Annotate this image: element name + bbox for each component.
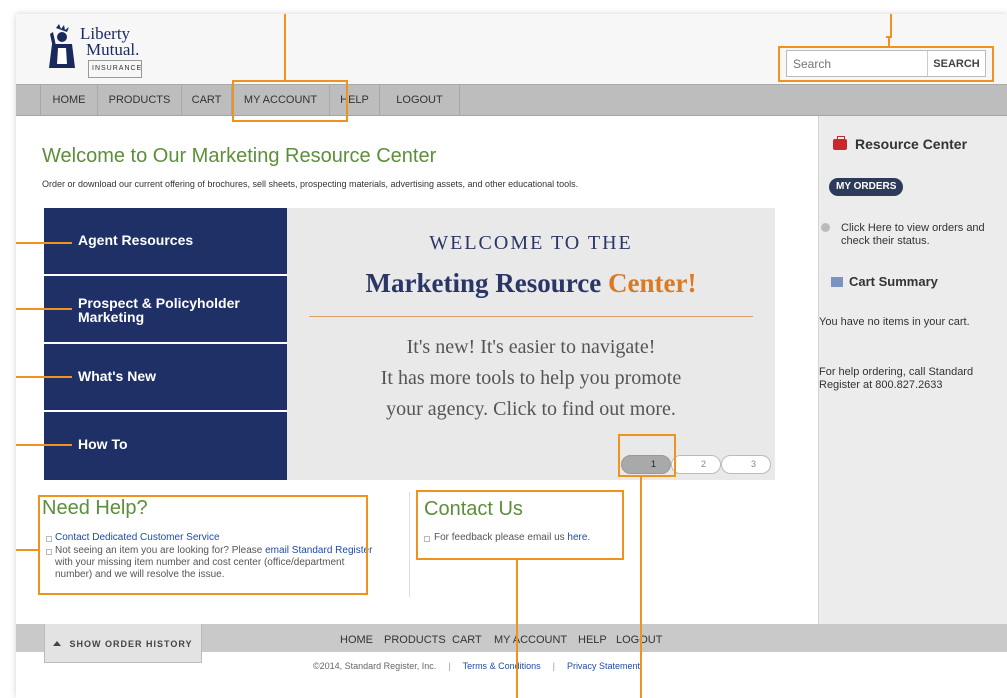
- resource-center-title: Resource Center: [833, 136, 967, 152]
- my-orders-button[interactable]: MY ORDERS: [829, 178, 904, 196]
- cart-icon: [831, 277, 843, 287]
- annotation-line: [890, 14, 892, 38]
- cart-empty-text: You have no items in your cart.: [819, 316, 970, 328]
- tile-label: Prospect & Policyholder Marketing: [78, 295, 240, 325]
- annotation-line: [16, 376, 72, 378]
- pager-2[interactable]: 2: [671, 455, 721, 474]
- page-title: Welcome to Our Marketing Resource Center: [42, 145, 437, 167]
- banner-body: It's new! It's easier to navigate! It ha…: [287, 332, 775, 425]
- bullet-icon: [821, 223, 830, 232]
- footer-nav-help[interactable]: HELP: [578, 634, 607, 646]
- separator: |: [448, 661, 451, 671]
- annotation-line: [516, 560, 518, 698]
- tile-prospect-marketing[interactable]: Prospect & Policyholder Marketing: [44, 276, 287, 344]
- banner-title-b: Center!: [608, 268, 697, 298]
- logo-line3: INSURANCE: [88, 60, 142, 78]
- nav-cart[interactable]: CART: [182, 85, 232, 116]
- show-order-history-button[interactable]: SHOW ORDER HISTORY: [44, 624, 202, 663]
- view-orders-link[interactable]: Click Here to view orders and check thei…: [821, 222, 1001, 248]
- triangle-up-icon: [53, 641, 62, 646]
- footer-nav-products[interactable]: PRODUCTS: [384, 634, 446, 646]
- annotation-line: [640, 477, 642, 698]
- terms-link[interactable]: Terms & Conditions: [463, 661, 541, 671]
- page-subtitle: Order or download our current offering o…: [42, 179, 579, 189]
- banner-body-line1: It's new! It's easier to navigate!: [406, 336, 656, 358]
- annotation-box-my-account: [232, 80, 348, 122]
- annotation-line: [16, 242, 72, 244]
- banner-body-line3: your agency. Click to find out more.: [386, 398, 676, 420]
- cart-summary-label: Cart Summary: [849, 274, 938, 289]
- logo-line2: Mutual.: [86, 40, 140, 59]
- tile-whats-new[interactable]: What's New: [44, 344, 287, 412]
- annotation-box-pager: [618, 434, 676, 477]
- logo-wordmark: Liberty Mutual. INSURANCE: [80, 25, 142, 78]
- separator: |: [552, 661, 555, 671]
- tile-label: What's New: [78, 368, 157, 384]
- annotation-line: [888, 36, 890, 46]
- briefcase-icon: [833, 136, 847, 150]
- welcome-banner[interactable]: WELCOME TO THE Marketing Resource Center…: [287, 208, 775, 480]
- pager-3[interactable]: 3: [721, 455, 771, 474]
- view-orders-text: Click Here to view orders and check thei…: [841, 222, 985, 247]
- help-ordering-text: For help ordering, call Standard Registe…: [819, 366, 974, 391]
- statue-of-liberty-icon: [49, 24, 75, 68]
- divider: [409, 492, 410, 597]
- banner-body-line2: It has more tools to help you promote: [380, 367, 682, 389]
- tile-label: How To: [78, 436, 128, 452]
- nav-home[interactable]: HOME: [40, 85, 98, 116]
- resource-center-label: Resource Center: [855, 136, 968, 152]
- banner-title-a: Marketing Resource: [365, 268, 602, 298]
- page: Liberty Mutual. INSURANCE SEARCH HOME PR…: [16, 14, 1007, 698]
- annotation-line: [16, 308, 72, 310]
- resource-center-sidebar: Resource Center MY ORDERS Click Here to …: [818, 116, 1007, 624]
- nav-logout[interactable]: LOGOUT: [380, 85, 460, 116]
- footer-nav-my-account[interactable]: MY ACCOUNT: [494, 634, 567, 646]
- privacy-link[interactable]: Privacy Statement: [567, 661, 640, 671]
- resource-tiles: Agent Resources Prospect & Policyholder …: [44, 208, 287, 480]
- banner-heading: WELCOME TO THE: [429, 232, 633, 254]
- footer-nav-cart[interactable]: CART: [452, 634, 482, 646]
- footer-copyright-row: ©2014, Standard Register, Inc. | Terms & C…: [313, 661, 640, 671]
- order-history-label: SHOW ORDER HISTORY: [69, 639, 193, 649]
- tile-how-to[interactable]: How To: [44, 412, 287, 480]
- annotation-line: [16, 444, 72, 446]
- footer-nav-home[interactable]: HOME: [340, 634, 373, 646]
- main-nav: HOME PRODUCTS CART MY ACCOUNT HELP LOGOU…: [16, 84, 1007, 116]
- annotation-box-need-help: [38, 495, 368, 595]
- annotation-line: [284, 14, 286, 80]
- annotation-line: [16, 549, 38, 551]
- liberty-mutual-logo[interactable]: Liberty Mutual. INSURANCE: [44, 24, 174, 78]
- banner-title: Marketing Resource Center!: [287, 268, 775, 299]
- tile-agent-resources[interactable]: Agent Resources: [44, 208, 287, 276]
- annotation-box-search: [778, 46, 994, 82]
- cart-summary-title: Cart Summary: [831, 274, 938, 289]
- nav-products[interactable]: PRODUCTS: [98, 85, 182, 116]
- banner-divider: [309, 316, 753, 317]
- copyright-text: ©2014, Standard Register, Inc.: [313, 661, 437, 671]
- tile-label: Agent Resources: [78, 232, 194, 248]
- annotation-box-contact: [416, 490, 624, 560]
